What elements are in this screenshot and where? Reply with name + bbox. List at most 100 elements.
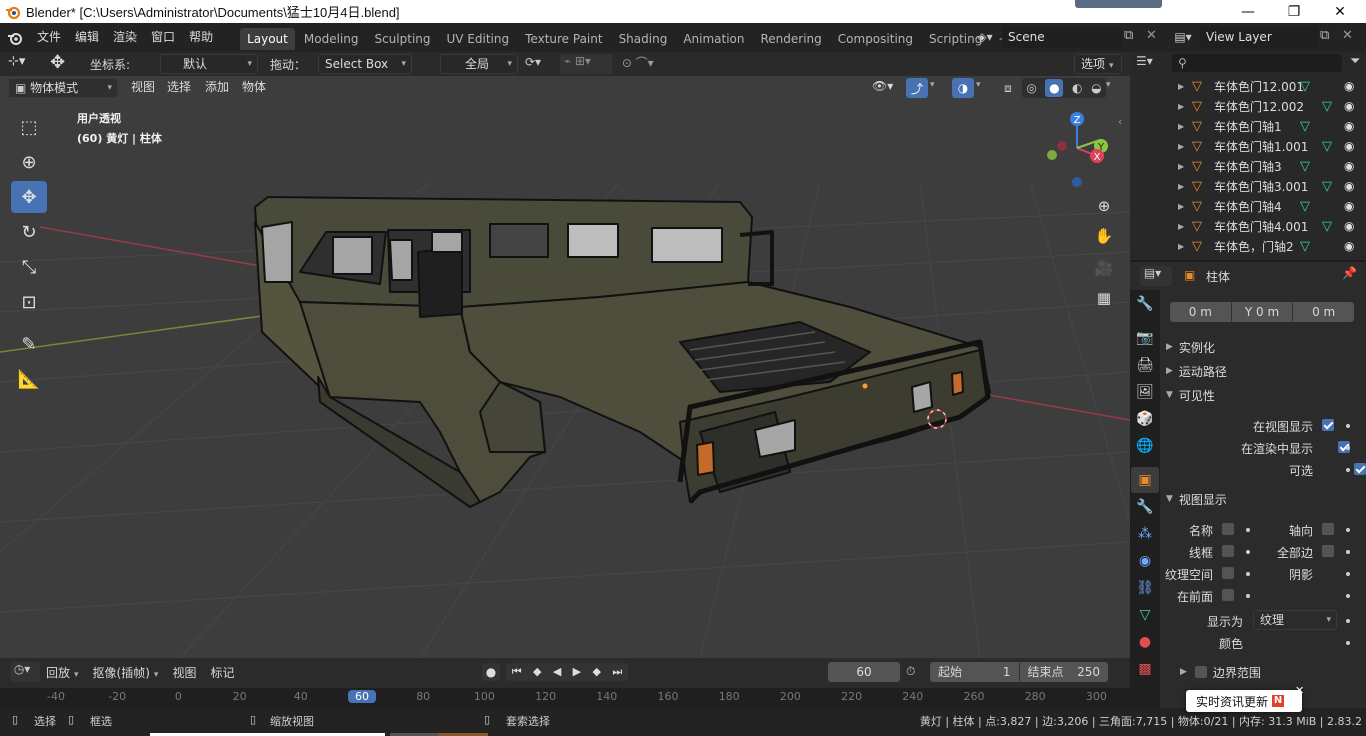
keyframe-decorator-dot[interactable] [1346, 424, 1350, 428]
section-visibility[interactable]: ▼ 可见性 [1166, 383, 1215, 407]
eye-icon[interactable]: ◉ [1344, 79, 1354, 93]
expand-arrow-icon[interactable]: ▶ [1178, 142, 1184, 151]
end-frame-field[interactable]: 结束点 250 [1020, 662, 1109, 682]
output-tab-icon[interactable]: 🖨 [1131, 352, 1159, 378]
tab-layout[interactable]: Layout [240, 28, 295, 50]
timeline-editor-type-icon[interactable]: ◷▾ [10, 662, 40, 682]
prev-keyframe-icon[interactable]: ◆ [533, 663, 541, 681]
keyframe-decorator-dot[interactable] [1346, 619, 1350, 623]
viewport-menu-select[interactable]: 选择 [160, 72, 198, 102]
view-layer-field[interactable]: View Layer [1200, 26, 1318, 48]
expand-arrow-icon[interactable]: ▶ [1178, 222, 1184, 231]
viewport-menu-object[interactable]: 物体 [235, 72, 273, 102]
gizmo-neg-y[interactable] [1047, 150, 1057, 160]
xray-toggle-icon[interactable]: ⧈ [998, 78, 1018, 98]
selectable-checkbox[interactable] [1353, 463, 1366, 475]
keyframe-decorator-dot[interactable] [1246, 550, 1250, 554]
eye-icon[interactable]: ◉ [1344, 139, 1354, 153]
menu-file[interactable]: 文件 [30, 23, 68, 52]
select-box-tool-icon[interactable]: ⬚ [11, 111, 47, 143]
play-reverse-icon[interactable]: ◀ [553, 663, 561, 681]
delta-y-field[interactable]: Y 0 m [1232, 302, 1294, 322]
frame-ruler[interactable]: -40 -20 0 20 40 60 80 100 120 140 160 180 200 220 240 2… [0, 688, 1130, 708]
keyframe-decorator-dot[interactable] [1246, 594, 1250, 598]
sidebar-toggle-icon[interactable]: ‹ [1118, 115, 1122, 128]
transform-tool-icon[interactable]: ⊹▾ [8, 54, 38, 74]
news-notification[interactable]: 实时资讯更新 N [1186, 690, 1302, 712]
expand-arrow-icon[interactable]: ▶ [1178, 122, 1184, 131]
delta-x-field[interactable]: 0 m [1170, 302, 1232, 322]
move-tool-icon[interactable]: ✥ [11, 181, 47, 213]
constraints-tab-icon[interactable]: ⛓ [1131, 575, 1159, 601]
keyframe-decorator-dot[interactable] [1346, 641, 1350, 645]
notification-close-icon[interactable]: ✕ [1295, 684, 1304, 697]
shading-dropdown-icon[interactable]: ▾ [1106, 80, 1111, 90]
menu-window[interactable]: 窗口 [144, 23, 182, 52]
tab-rendering[interactable]: Rendering [754, 28, 829, 50]
outliner-item[interactable]: ▶ ▽ 车体色门轴3 ▽ ◉ [1130, 156, 1366, 176]
expand-arrow-icon[interactable]: ▶ [1178, 242, 1184, 251]
zoom-icon[interactable]: ⊕ [1091, 193, 1117, 219]
visibility-selector-icon[interactable]: 👁▾ [872, 79, 902, 97]
outliner-search-input[interactable]: ⚲ [1172, 54, 1342, 72]
world-tab-icon[interactable]: 🌐 [1131, 433, 1159, 459]
annotate-tool-icon[interactable]: ✎ [11, 328, 47, 360]
outliner-display-mode-icon[interactable]: ☰▾ [1136, 54, 1166, 74]
expand-arrow-icon[interactable]: ▶ [1178, 102, 1184, 111]
texture-tab-icon[interactable]: ▩ [1131, 656, 1159, 682]
scene-name-field[interactable]: Scene [1002, 26, 1122, 48]
outliner-item[interactable]: ▶ ▽ 车体色门轴4 ▽ ◉ [1130, 196, 1366, 216]
current-frame-field[interactable]: 60 [828, 662, 900, 682]
expand-arrow-icon[interactable]: ▶ [1178, 82, 1184, 91]
delete-view-layer-icon[interactable]: ✕ [1342, 28, 1353, 43]
section-bounds[interactable]: ▶ 边界范围 [1180, 660, 1261, 684]
pan-hand-icon[interactable]: ✋ [1091, 223, 1117, 249]
viewport-menu-add[interactable]: 添加 [198, 72, 236, 102]
render-tab-icon[interactable]: 📷 [1131, 325, 1159, 351]
keyframe-decorator-dot[interactable] [1346, 572, 1350, 576]
pin-icon[interactable]: 📌 [1342, 266, 1357, 280]
outliner-item[interactable]: ▶ ▽ 车体色，门轴2 ▽ ◉ [1130, 236, 1366, 256]
gizmo-dropdown-icon[interactable]: ▾ [930, 80, 935, 90]
scene-browse-icon[interactable]: ◈▾ [970, 26, 1000, 48]
tool-tab-icon[interactable]: 🔧 [1131, 291, 1159, 317]
keyframe-decorator-dot[interactable] [1346, 550, 1350, 554]
mesh-data-icon[interactable]: ▽ [1322, 179, 1332, 194]
transform-pivot-icon[interactable]: ⟳▾ [525, 55, 555, 73]
section-viewport-display[interactable]: ▼ 视图显示 [1166, 487, 1227, 511]
wireframe-shading-icon[interactable]: ◎ [1026, 81, 1036, 95]
menu-help[interactable]: 帮助 [182, 23, 220, 52]
keyframe-decorator-dot[interactable] [1346, 594, 1350, 598]
display-as-dropdown[interactable]: 纹理 ▾ [1253, 610, 1337, 630]
gizmo-neg-z[interactable] [1072, 177, 1082, 187]
tab-compositing[interactable]: Compositing [831, 28, 920, 50]
tab-texture-paint[interactable]: Texture Paint [518, 28, 609, 50]
eye-icon[interactable]: ◉ [1344, 159, 1354, 173]
next-keyframe-icon[interactable]: ◆ [593, 663, 601, 681]
scene-tab-icon[interactable]: 🎲 [1131, 406, 1159, 432]
eye-icon[interactable]: ◉ [1344, 99, 1354, 113]
tab-animation[interactable]: Animation [676, 28, 751, 50]
texture-space-checkbox[interactable] [1222, 567, 1234, 579]
keyframe-decorator-dot[interactable] [1346, 446, 1350, 450]
color-field[interactable] [1253, 633, 1337, 651]
timeline-menu-view[interactable]: 视图 [172, 664, 196, 681]
keyframe-decorator-dot[interactable] [1346, 528, 1350, 532]
viewport-menu-view[interactable]: 视图 [124, 72, 162, 102]
overlay-dropdown-icon[interactable]: ▾ [976, 80, 981, 90]
3d-viewport[interactable] [0, 52, 1130, 658]
physics-tab-icon[interactable]: ◉ [1131, 548, 1159, 574]
tab-uv-editing[interactable]: UV Editing [440, 28, 517, 50]
new-view-layer-icon[interactable]: ⧉ [1320, 28, 1329, 43]
eye-icon[interactable]: ◉ [1344, 119, 1354, 133]
eye-icon[interactable]: ◉ [1344, 239, 1354, 253]
mesh-data-icon[interactable]: ▽ [1300, 239, 1310, 254]
keyframe-decorator-dot[interactable] [1246, 528, 1250, 532]
timeline-menu-marker[interactable]: 标记 [210, 664, 234, 681]
proportional-edit-icon[interactable]: ⊙ ⌒▾ [618, 54, 670, 74]
coord-dropdown[interactable]: 默认 ▾ [160, 54, 258, 74]
object-tab-icon[interactable]: ▣ [1131, 467, 1159, 493]
keyframe-decorator-dot[interactable] [1246, 572, 1250, 576]
eye-icon[interactable]: ◉ [1344, 219, 1354, 233]
timeline-menu-keying[interactable]: 抠像(插帧) ▾ [93, 664, 159, 681]
